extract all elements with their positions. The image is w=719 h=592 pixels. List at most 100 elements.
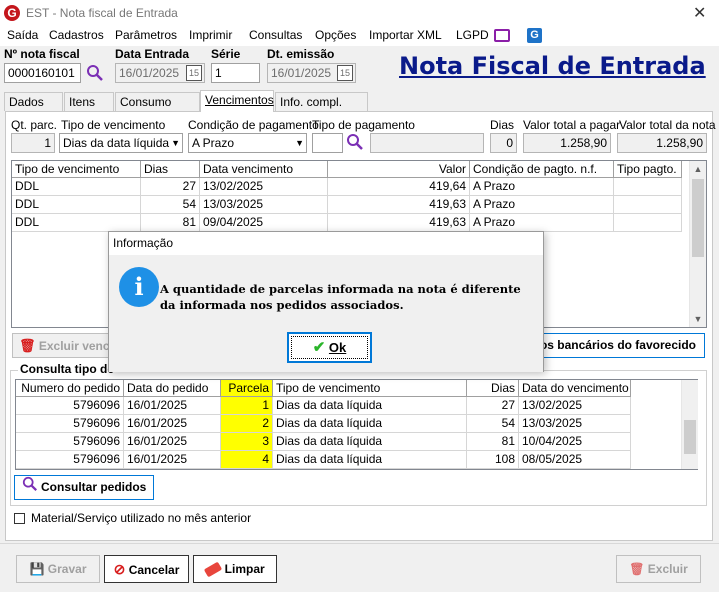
cancelar-button[interactable]: ⊘ Cancelar: [104, 555, 189, 583]
cell-data-venc: 09/04/2025: [200, 214, 328, 232]
cond-pag-select[interactable]: A Prazo ▼: [188, 133, 307, 153]
col-header-data-venc[interactable]: Data vencimento: [200, 161, 328, 178]
excluir-button[interactable]: 🗑 Excluir: [616, 555, 701, 583]
menu-cadastros[interactable]: Cadastros: [49, 28, 104, 42]
menu-consultas[interactable]: Consultas: [249, 28, 302, 42]
vencimentos-scrollbar[interactable]: ▲ ▼: [689, 161, 706, 327]
ok-button[interactable]: ✔ Ok: [287, 332, 372, 363]
cell-dias: 54: [141, 196, 200, 214]
data-entrada-input[interactable]: 16/01/2025 15: [115, 63, 205, 83]
cell-cond-pagto: A Prazo: [470, 214, 614, 232]
tab-dados-nf[interactable]: Dados NF: [4, 92, 63, 127]
cell-tipo-pagto: [614, 196, 682, 214]
serie-input[interactable]: 1: [211, 63, 260, 83]
cell-cond-pagto: A Prazo: [470, 196, 614, 214]
page-title: Nota Fiscal de Entrada: [399, 52, 706, 80]
col-header-data-vencimento[interactable]: Data do vencimento: [519, 380, 631, 397]
menu-opcoes[interactable]: Opções: [315, 28, 356, 42]
cell-tipo-venc: DDL: [12, 214, 141, 232]
tab-consumo-direto[interactable]: Consumo direto: [115, 92, 200, 127]
valor-pagar-label: Valor total a pagar: [523, 118, 621, 132]
cancelar-label: Cancelar: [128, 563, 180, 577]
cell-dias: 81: [467, 433, 519, 451]
search-nota-icon[interactable]: [86, 64, 104, 85]
tipo-pag-code-input[interactable]: [312, 133, 343, 153]
tab-itens-nf[interactable]: Itens NF: [64, 92, 114, 127]
col-header-numero-pedido[interactable]: Numero do pedido: [16, 380, 124, 397]
tab-info-compl-sped[interactable]: Info. compl. Sped: [275, 92, 368, 127]
window-titlebar: G EST - Nota fiscal de Entrada ✕: [0, 0, 719, 26]
search-tipo-pag-icon[interactable]: [346, 133, 364, 154]
consultar-pedidos-button[interactable]: Consultar pedidos: [14, 475, 154, 500]
cell-data-vencimento: 08/05/2025: [519, 451, 631, 469]
app-g-icon[interactable]: G: [527, 28, 542, 43]
material-mes-anterior-checkbox[interactable]: [14, 513, 25, 524]
col-header-dias[interactable]: Dias: [141, 161, 200, 178]
consulta-pedidos-table: Numero do pedido Data do pedido Parcela …: [15, 379, 698, 470]
gravar-button[interactable]: 💾 Gravar: [16, 555, 100, 583]
cell-parcela: 4: [221, 451, 273, 469]
calendar-icon[interactable]: 15: [337, 65, 353, 81]
info-dialog: Informação i A quantidade de parcelas in…: [108, 231, 544, 372]
calendar-icon[interactable]: 15: [186, 65, 202, 81]
col-header-tipo-venc[interactable]: Tipo de vencimento: [12, 161, 141, 178]
limpar-button[interactable]: Limpar: [193, 555, 277, 583]
serie-label: Série: [211, 47, 241, 61]
consulta-scrollbar[interactable]: [681, 380, 698, 469]
tab-vencimentos[interactable]: Vencimentos: [200, 90, 274, 112]
cell-parcela: 1: [221, 397, 273, 415]
cond-pag-value: A Prazo: [192, 136, 235, 150]
qt-parc-input[interactable]: 1: [11, 133, 55, 153]
menu-saida[interactable]: Saída: [7, 28, 38, 42]
cell-tipo-vencimento: Dias da data líquida: [273, 451, 467, 469]
col-header-dias[interactable]: Dias: [467, 380, 519, 397]
menu-parametros[interactable]: Parâmetros: [115, 28, 177, 42]
cell-parcela: 2: [221, 415, 273, 433]
monitor-icon[interactable]: [494, 29, 510, 42]
cell-numero-pedido: 5796096: [16, 415, 124, 433]
cancel-icon: ⊘: [113, 561, 126, 577]
scroll-down-icon[interactable]: ▼: [690, 311, 706, 327]
cell-cond-pagto: A Prazo: [470, 178, 614, 196]
consulta-legend: Consulta tipo de: [18, 362, 116, 376]
menu-importar-xml[interactable]: Importar XML: [369, 28, 442, 42]
col-header-parcela[interactable]: Parcela: [221, 380, 273, 397]
excluir-venc-button[interactable]: 🗑 Excluir venc: [12, 333, 112, 358]
cell-numero-pedido: 5796096: [16, 451, 124, 469]
scroll-thumb[interactable]: [692, 179, 704, 257]
cell-data-venc: 13/03/2025: [200, 196, 328, 214]
trash-icon: 🗑: [629, 562, 645, 576]
qt-parc-label: Qt. parc.: [11, 118, 58, 132]
chevron-down-icon[interactable]: ▼: [295, 134, 304, 152]
menu-lgpd[interactable]: LGPD: [456, 28, 489, 42]
dialog-body: i A quantidade de parcelas informada na …: [109, 255, 543, 372]
dt-emissao-input[interactable]: 16/01/2025 15: [267, 63, 356, 83]
nota-fiscal-input[interactable]: 0000160101: [4, 63, 81, 83]
scroll-up-icon[interactable]: ▲: [690, 161, 706, 177]
chevron-down-icon[interactable]: ▼: [171, 134, 180, 152]
scroll-thumb[interactable]: [684, 420, 696, 454]
eraser-icon: [204, 561, 223, 578]
cell-data-vencimento: 13/02/2025: [519, 397, 631, 415]
info-icon: i: [119, 267, 159, 307]
window-title: EST - Nota fiscal de Entrada: [26, 6, 178, 20]
dialog-message: A quantidade de parcelas informada na no…: [160, 282, 521, 312]
cell-data-pedido: 16/01/2025: [124, 415, 221, 433]
col-header-tipo-vencimento[interactable]: Tipo de vencimento: [273, 380, 467, 397]
tipo-venc-select[interactable]: Dias da data líquida ▼: [59, 133, 183, 153]
col-header-valor[interactable]: Valor: [328, 161, 470, 178]
cell-tipo-venc: DDL: [12, 178, 141, 196]
cell-parcela: 3: [221, 433, 273, 451]
col-header-tipo-pagto[interactable]: Tipo pagto.: [614, 161, 682, 178]
dt-emissao-label: Dt. emissão: [267, 47, 335, 61]
cell-data-pedido: 16/01/2025: [124, 397, 221, 415]
valor-nota-label: Valor total da nota: [619, 118, 716, 132]
valor-pagar-input: 1.258,90: [523, 133, 611, 153]
col-header-cond-pagto[interactable]: Condição de pagto. n.f.: [470, 161, 614, 178]
close-window-button[interactable]: ✕: [693, 3, 706, 23]
menu-imprimir[interactable]: Imprimir: [189, 28, 232, 42]
cell-tipo-vencimento: Dias da data líquida: [273, 415, 467, 433]
cell-data-vencimento: 10/04/2025: [519, 433, 631, 451]
dados-bancarios-button[interactable]: os bancários do favorecido: [530, 333, 705, 358]
col-header-data-pedido[interactable]: Data do pedido: [124, 380, 221, 397]
